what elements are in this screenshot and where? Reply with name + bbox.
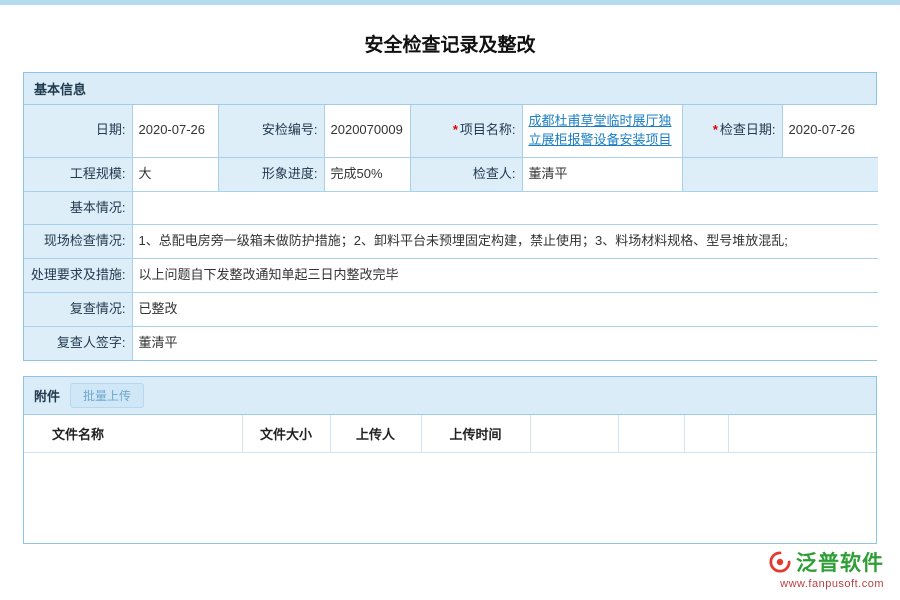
empty-cell bbox=[682, 157, 878, 191]
basic-info-section: 基本信息 日期: 2020-07-26 安检编号: 2020070009 *项目… bbox=[23, 72, 877, 361]
brand-name: 泛普软件 bbox=[796, 547, 884, 577]
required-mark: * bbox=[453, 122, 458, 137]
col-file-name: 文件名称 bbox=[24, 415, 242, 453]
basic-info-header: 基本信息 bbox=[24, 73, 876, 105]
col-empty bbox=[728, 415, 876, 453]
date-value: 2020-07-26 bbox=[132, 105, 218, 157]
col-empty bbox=[618, 415, 684, 453]
col-upload-time: 上传时间 bbox=[421, 415, 530, 453]
date-label: 日期: bbox=[24, 105, 132, 157]
review-label: 复查情况: bbox=[24, 293, 132, 327]
brand-footer: 泛普软件 www.fanpusoft.com bbox=[769, 547, 884, 590]
attachments-table: 文件名称 文件大小 上传人 上传时间 bbox=[24, 415, 876, 453]
table-row: 现场检查情况: 1、总配电房旁一级箱未做防护措施；2、卸料平台未预埋固定构建，禁… bbox=[24, 225, 878, 259]
table-row: 日期: 2020-07-26 安检编号: 2020070009 *项目名称: 成… bbox=[24, 105, 878, 157]
scale-value: 大 bbox=[132, 157, 218, 191]
table-row: 处理要求及措施: 以上问题自下发整改通知单起三日内整改完毕 bbox=[24, 259, 878, 293]
review-sign-label: 复查人签字: bbox=[24, 326, 132, 359]
check-date-label: *检查日期: bbox=[682, 105, 782, 157]
project-name-label: *项目名称: bbox=[410, 105, 522, 157]
progress-value: 完成50% bbox=[324, 157, 410, 191]
site-check-label: 现场检查情况: bbox=[24, 225, 132, 259]
measures-label: 处理要求及措施: bbox=[24, 259, 132, 293]
basic-situation-label: 基本情况: bbox=[24, 191, 132, 225]
attachments-section: 附件 批量上传 文件名称 文件大小 上传人 上传时间 bbox=[23, 376, 877, 544]
attachments-empty-area bbox=[24, 453, 876, 543]
basic-situation-value bbox=[132, 191, 878, 225]
inspector-value: 董清平 bbox=[522, 157, 682, 191]
review-sign-value: 董清平 bbox=[132, 326, 878, 359]
project-name-value: 成都杜甫草堂临时展厅独立展柜报警设备安装项目 bbox=[522, 105, 682, 157]
col-uploader: 上传人 bbox=[330, 415, 421, 453]
batch-upload-button[interactable]: 批量上传 bbox=[70, 383, 144, 408]
review-value: 已整改 bbox=[132, 293, 878, 327]
top-accent-strip bbox=[0, 0, 900, 5]
table-row: 复查人签字: 董清平 bbox=[24, 326, 878, 359]
brand-logo-icon bbox=[769, 551, 791, 573]
table-row: 复查情况: 已整改 bbox=[24, 293, 878, 327]
basic-info-table: 日期: 2020-07-26 安检编号: 2020070009 *项目名称: 成… bbox=[24, 105, 878, 360]
inspector-label: 检查人: bbox=[410, 157, 522, 191]
check-date-value: 2020-07-26 bbox=[782, 105, 878, 157]
attachments-header: 附件 批量上传 bbox=[24, 377, 876, 415]
required-mark: * bbox=[713, 122, 718, 137]
brand-website: www.fanpusoft.com bbox=[769, 578, 884, 590]
measures-value: 以上问题自下发整改通知单起三日内整改完毕 bbox=[132, 259, 878, 293]
attachments-title: 附件 bbox=[34, 386, 60, 405]
table-row: 基本情况: bbox=[24, 191, 878, 225]
scale-label: 工程规模: bbox=[24, 157, 132, 191]
site-check-value: 1、总配电房旁一级箱未做防护措施；2、卸料平台未预埋固定构建，禁止使用；3、料场… bbox=[132, 225, 878, 259]
project-name-label-text: 项目名称: bbox=[460, 122, 516, 137]
table-row: 工程规模: 大 形象进度: 完成50% 检查人: 董清平 bbox=[24, 157, 878, 191]
attachments-header-row: 文件名称 文件大小 上传人 上传时间 bbox=[24, 415, 876, 453]
col-empty bbox=[530, 415, 618, 453]
project-link[interactable]: 成都杜甫草堂临时展厅独立展柜报警设备安装项目 bbox=[529, 113, 672, 147]
check-date-label-text: 检查日期: bbox=[720, 122, 776, 137]
inspection-no-value: 2020070009 bbox=[324, 105, 410, 157]
progress-label: 形象进度: bbox=[218, 157, 324, 191]
inspection-no-label: 安检编号: bbox=[218, 105, 324, 157]
col-empty bbox=[684, 415, 728, 453]
page-title: 安全检查记录及整改 bbox=[0, 30, 900, 57]
col-file-size: 文件大小 bbox=[242, 415, 330, 453]
basic-info-title: 基本信息 bbox=[34, 79, 86, 98]
